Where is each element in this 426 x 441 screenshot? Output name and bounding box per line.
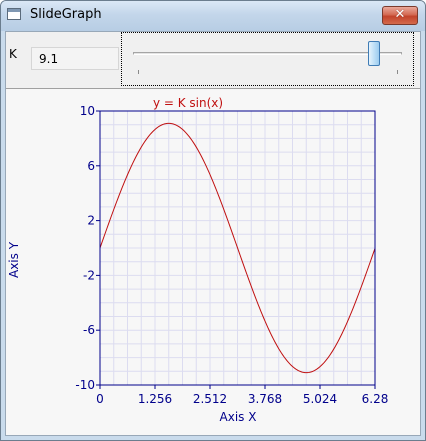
chart-title: y = K sin(x) (153, 96, 223, 110)
title-bar[interactable]: SlideGraph ✕ (1, 1, 425, 31)
plot-area: y = K sin(x) Axis Y Axis X 0 1.256 2.512 3.… (6, 88, 420, 435)
slider-tick-max (397, 70, 398, 74)
slider-track[interactable] (133, 52, 402, 55)
y-tick-label: -2 (83, 268, 95, 282)
x-axis-label: Axis X (220, 410, 257, 424)
slidegraph-window: SlideGraph ✕ K 9.1 y = K sin(x) Axis Y A… (0, 0, 426, 441)
x-tick-label: 6.28 (362, 392, 389, 406)
x-tick-label: 2.512 (193, 392, 227, 406)
slider-tick-min (138, 70, 139, 74)
x-tick-label: 5.024 (303, 392, 337, 406)
x-tick-label: 3.768 (248, 392, 282, 406)
slider-thumb[interactable] (367, 41, 380, 66)
app-window-icon (7, 8, 21, 20)
y-tick-label: -10 (75, 378, 95, 392)
y-tick-label: -6 (83, 323, 95, 337)
x-tick-label: 1.256 (138, 392, 172, 406)
x-tick-label: 0 (96, 392, 104, 406)
k-label: K (9, 47, 17, 61)
y-axis-label: Axis Y (7, 241, 21, 278)
y-tick-label: 10 (80, 104, 95, 118)
close-button[interactable]: ✕ (382, 6, 418, 25)
k-slider[interactable] (121, 32, 414, 86)
k-value-field[interactable]: 9.1 (31, 47, 119, 70)
sine-chart: y = K sin(x) Axis Y Axis X 0 1.256 2.512 3.… (7, 96, 389, 424)
y-tick-label: 2 (87, 214, 95, 228)
client-area: K 9.1 y = K sin(x) Axis Y Axis X 0 1.256 2… (5, 31, 421, 436)
y-tick-label: 6 (87, 159, 95, 173)
window-title: SlideGraph (30, 7, 102, 22)
